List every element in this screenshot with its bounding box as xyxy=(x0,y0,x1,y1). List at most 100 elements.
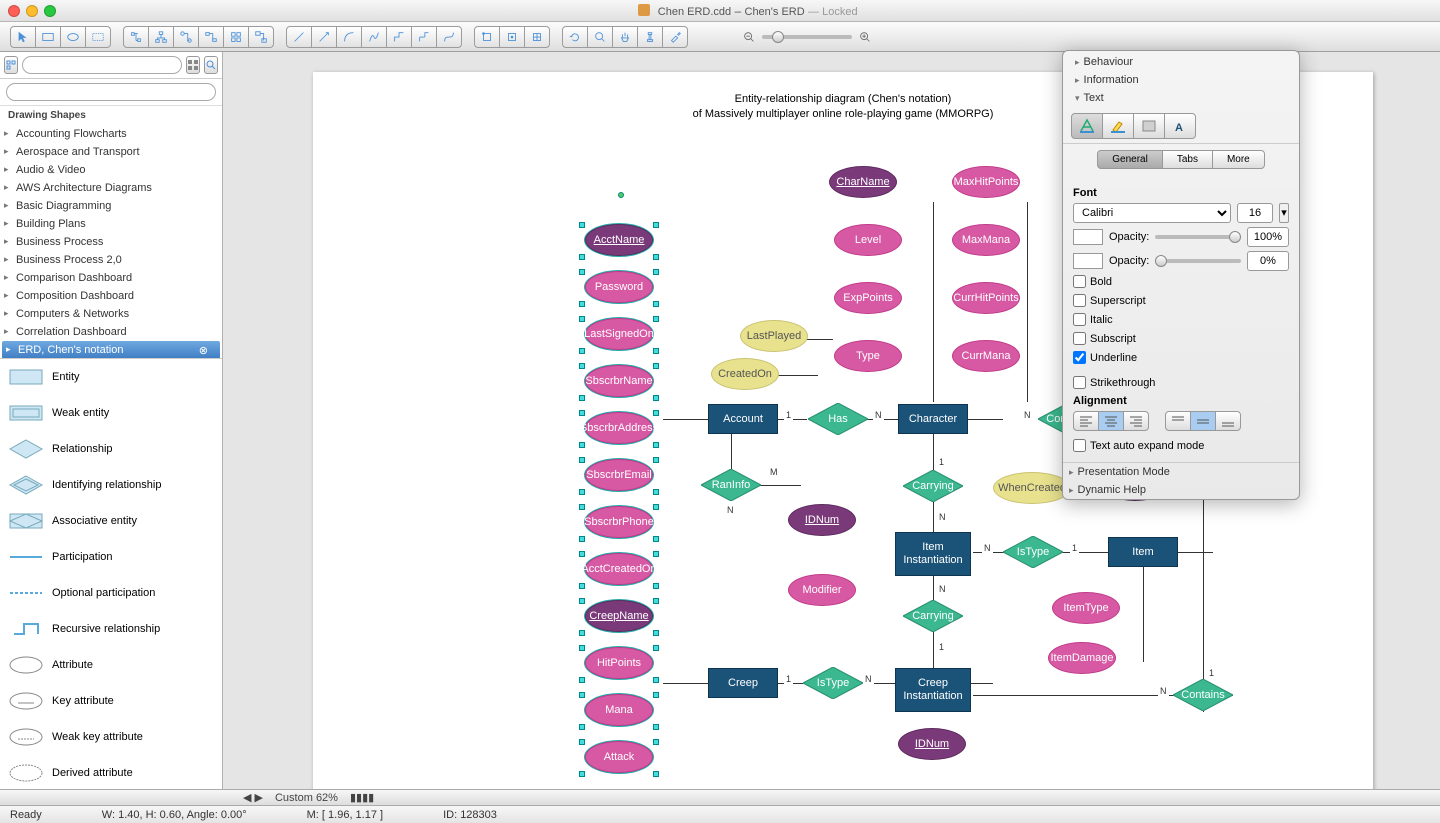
palette-derived-attribute[interactable]: Derived attribute xyxy=(0,755,222,789)
text-fill-icon[interactable] xyxy=(1071,113,1103,139)
library-item[interactable]: Business Process 2,0 xyxy=(0,251,222,269)
close-library-icon[interactable]: ⊗ xyxy=(199,344,208,357)
pointer-tool[interactable] xyxy=(10,26,36,48)
stamp-tool[interactable] xyxy=(637,26,663,48)
opacity-slider-2[interactable] xyxy=(1155,259,1241,263)
curve-tool[interactable] xyxy=(336,26,362,48)
library-item[interactable]: Computers & Networks xyxy=(0,305,222,323)
inspector-panel[interactable]: Behaviour Information Text A General Tab… xyxy=(1062,50,1300,500)
library-item[interactable]: Building Plans xyxy=(0,215,222,233)
tree-tool-2[interactable] xyxy=(148,26,174,48)
erd-attribute[interactable]: SbscrbrPhone xyxy=(585,506,653,538)
erd-key-attribute[interactable]: CreepName xyxy=(585,600,653,632)
erd-entity-creep[interactable]: Creep xyxy=(708,668,778,698)
zoom-slider[interactable] xyxy=(742,30,872,44)
connector[interactable] xyxy=(1143,562,1144,612)
erd-relationship-carrying2[interactable]: Carrying xyxy=(903,600,963,632)
flow-tool[interactable] xyxy=(248,26,274,48)
zoom-level[interactable]: Custom 62% xyxy=(275,792,338,804)
library-item[interactable]: AWS Architecture Diagrams xyxy=(0,179,222,197)
erd-relationship-carrying[interactable]: Carrying xyxy=(903,470,963,502)
tree-tool-3[interactable] xyxy=(173,26,199,48)
snap-tool-2[interactable] xyxy=(499,26,525,48)
erd-attribute[interactable]: AcctCreatedOn xyxy=(585,553,653,585)
palette-recursive-relationship[interactable]: Recursive relationship xyxy=(0,611,222,647)
bold-checkbox[interactable]: Bold xyxy=(1073,275,1181,288)
palette-weak-key-attribute[interactable]: Weak key attribute xyxy=(0,719,222,755)
erd-derived-attribute[interactable]: LastPlayed xyxy=(740,320,808,352)
text-format-icon[interactable]: A xyxy=(1164,113,1196,139)
valign-top-button[interactable] xyxy=(1165,411,1191,431)
subscript-checkbox[interactable]: Subscript xyxy=(1073,332,1181,345)
erd-attribute[interactable]: HitPoints xyxy=(585,647,653,679)
elbow-tool[interactable] xyxy=(386,26,412,48)
palette-identifying-relationship[interactable]: Identifying relationship xyxy=(0,467,222,503)
erd-attribute[interactable]: MaxHitPoints xyxy=(952,166,1020,198)
inspector-tab-more[interactable]: More xyxy=(1212,150,1265,169)
library-item[interactable]: Audio & Video xyxy=(0,161,222,179)
library-item-active[interactable]: ERD, Chen's notation ⊗ xyxy=(2,341,220,358)
erd-entity-item-instantiation[interactable]: Item Instantiation xyxy=(895,532,971,576)
erd-attribute[interactable]: ExpPoints xyxy=(834,282,902,314)
zoom-window-button[interactable] xyxy=(44,5,56,17)
erd-entity-item[interactable]: Item xyxy=(1108,537,1178,567)
library-item[interactable]: Comparison Dashboard xyxy=(0,269,222,287)
text-tool[interactable] xyxy=(85,26,111,48)
close-window-button[interactable] xyxy=(8,5,20,17)
align-center-button[interactable] xyxy=(1098,411,1124,431)
inspector-section-presentation[interactable]: Presentation Mode xyxy=(1063,463,1299,481)
erd-attribute[interactable]: LastSignedOn xyxy=(585,318,653,350)
font-select[interactable]: Calibri xyxy=(1073,203,1231,223)
opacity-slider[interactable] xyxy=(1155,235,1241,239)
library-item[interactable]: Correlation Dashboard xyxy=(0,323,222,341)
opacity-value[interactable] xyxy=(1247,227,1289,247)
palette-optional-participation[interactable]: Optional participation xyxy=(0,575,222,611)
snap-tool-3[interactable] xyxy=(524,26,550,48)
page-tabs[interactable]: ▮▮▮▮ xyxy=(350,791,374,804)
outline-color-swatch[interactable] xyxy=(1073,253,1103,269)
erd-attribute[interactable]: Attack xyxy=(585,741,653,773)
zoom-in-icon[interactable] xyxy=(858,30,872,44)
opacity-value-2[interactable] xyxy=(1247,251,1289,271)
spline-tool[interactable] xyxy=(361,26,387,48)
erd-relationship-raninfo[interactable]: RanInfo xyxy=(701,469,761,501)
connector[interactable] xyxy=(933,202,934,402)
erd-attribute[interactable]: MaxMana xyxy=(952,224,1020,256)
palette-relationship[interactable]: Relationship xyxy=(0,431,222,467)
erd-relationship-contains2[interactable]: Contains xyxy=(1173,679,1233,711)
arrow-tool[interactable] xyxy=(311,26,337,48)
text-box-icon[interactable] xyxy=(1133,113,1165,139)
line-tool[interactable] xyxy=(286,26,312,48)
palette-entity[interactable]: Entity xyxy=(0,359,222,395)
superscript-checkbox[interactable]: Superscript xyxy=(1073,294,1181,307)
erd-attribute[interactable]: ItemDamage xyxy=(1048,642,1116,674)
text-highlight-icon[interactable] xyxy=(1102,113,1134,139)
palette-weak-entity[interactable]: Weak entity xyxy=(0,395,222,431)
inspector-section-behaviour[interactable]: Behaviour xyxy=(1069,53,1293,71)
erd-attribute[interactable]: Mana xyxy=(585,694,653,726)
text-color-swatch[interactable] xyxy=(1073,229,1103,245)
erd-attribute[interactable]: Modifier xyxy=(788,574,856,606)
inspector-tab-general[interactable]: General xyxy=(1097,150,1163,169)
inspector-section-text[interactable]: Text xyxy=(1069,89,1293,107)
ellipse-tool[interactable] xyxy=(60,26,86,48)
underline-checkbox[interactable]: Underline xyxy=(1073,351,1181,364)
erd-attribute[interactable]: CurrHitPoints xyxy=(952,282,1020,314)
align-right-button[interactable] xyxy=(1123,411,1149,431)
erd-key-attribute[interactable]: CharName xyxy=(829,166,897,198)
strikethrough-checkbox[interactable]: Strikethrough xyxy=(1073,376,1181,389)
erd-entity-character[interactable]: Character xyxy=(898,404,968,434)
erd-key-attribute[interactable]: AcctName xyxy=(585,224,653,256)
chain-tool[interactable] xyxy=(198,26,224,48)
inspector-section-dynamic-help[interactable]: Dynamic Help xyxy=(1063,481,1299,499)
italic-checkbox[interactable]: Italic xyxy=(1073,313,1181,326)
erd-derived-attribute[interactable]: CreatedOn xyxy=(711,358,779,390)
erd-key-attribute[interactable]: IDNum xyxy=(898,728,966,760)
pan-tool[interactable] xyxy=(612,26,638,48)
erd-attribute[interactable]: Level xyxy=(834,224,902,256)
erd-derived-attribute[interactable]: WhenCreated xyxy=(993,472,1071,504)
font-size-stepper[interactable]: ▾ xyxy=(1279,203,1289,223)
rectangle-tool[interactable] xyxy=(35,26,61,48)
round-elbow-tool[interactable] xyxy=(411,26,437,48)
view-mode-list-icon[interactable] xyxy=(186,56,200,74)
